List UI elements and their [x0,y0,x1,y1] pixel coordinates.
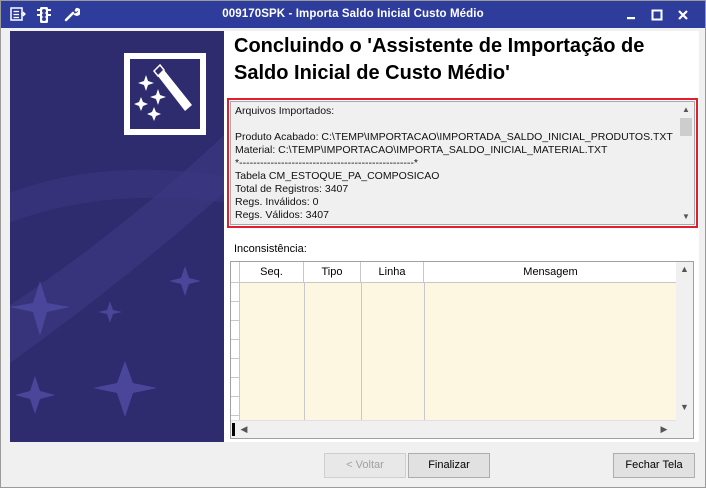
voltar-button[interactable]: < Voltar [324,453,406,478]
log-line: Tabela CM_ESTOQUE_PA_COMPOSICAO [235,170,440,182]
inconsistencia-label: Inconsistência: [234,243,307,255]
minimize-button[interactable] [622,7,640,22]
log-line: Regs. Inválidos: 0 [235,196,319,208]
row-indicator-header [231,262,240,283]
scroll-thumb[interactable] [680,118,692,136]
column-header-seq[interactable]: Seq. [240,262,304,283]
grid-vertical-scrollbar[interactable]: ▲ ▼ [676,262,693,420]
scroll-up-icon[interactable]: ▲ [676,264,693,274]
scroll-down-icon[interactable]: ▼ [678,209,694,224]
log-line: Regs. Válidos: 3407 [235,209,329,221]
log-line: Arquivos Importados: [235,105,335,117]
scroll-left-icon[interactable]: ◀ [239,424,249,435]
scroll-right-icon[interactable]: ▶ [659,424,669,435]
import-log-text: Arquivos Importados: Produto Acabado: C:… [235,105,675,223]
column-header-linha[interactable]: Linha [361,262,424,283]
log-line: *---------------------------------------… [235,157,419,169]
log-line: Produto Acabado: C:\TEMP\IMPORTACAO\IMPO… [235,131,673,143]
window-title: 009170SPK - Importa Saldo Inicial Custo … [222,8,484,20]
grid-header: Seq. Tipo Linha Mensagem [231,262,677,283]
finalizar-button[interactable]: Finalizar [408,453,490,478]
wizard-banner [10,31,224,442]
wizard-logo [124,53,206,135]
page-title: Concluindo o 'Assistente de Importação d… [234,35,645,84]
scrollbar-corner [676,420,693,438]
close-button[interactable] [674,7,692,22]
inconsistencia-grid[interactable]: Seq. Tipo Linha Mensagem ▲ ▼ ◀ ▶ [230,261,694,439]
column-header-mensagem[interactable]: Mensagem [424,262,677,283]
log-line: Material: C:\TEMP\IMPORTACAO\IMPORTA_SAL… [235,144,608,156]
log-line: Total de Registros: 3407 [235,183,349,195]
column-header-tipo[interactable]: Tipo [304,262,361,283]
magic-wand-icon [134,63,192,121]
import-log-textarea[interactable]: Arquivos Importados: Produto Acabado: C:… [230,101,695,225]
scroll-down-icon[interactable]: ▼ [676,402,693,412]
fechar-tela-button[interactable]: Fechar Tela [613,453,695,478]
log-scrollbar[interactable]: ▲ ▼ [678,102,694,224]
title-bar: 009170SPK - Importa Saldo Inicial Custo … [1,1,705,28]
content-panel: Concluindo o 'Assistente de Importação d… [224,31,699,442]
grid-horizontal-scrollbar[interactable]: ◀ ▶ [231,420,677,438]
maximize-button[interactable] [648,7,666,22]
wizard-window: 009170SPK - Importa Saldo Inicial Custo … [0,0,706,488]
import-log-highlight: Arquivos Importados: Produto Acabado: C:… [227,98,698,228]
scroll-up-icon[interactable]: ▲ [678,102,694,117]
grid-body[interactable] [231,283,677,420]
row-indicator-column [231,283,240,420]
row-cursor-indicator [232,423,235,436]
